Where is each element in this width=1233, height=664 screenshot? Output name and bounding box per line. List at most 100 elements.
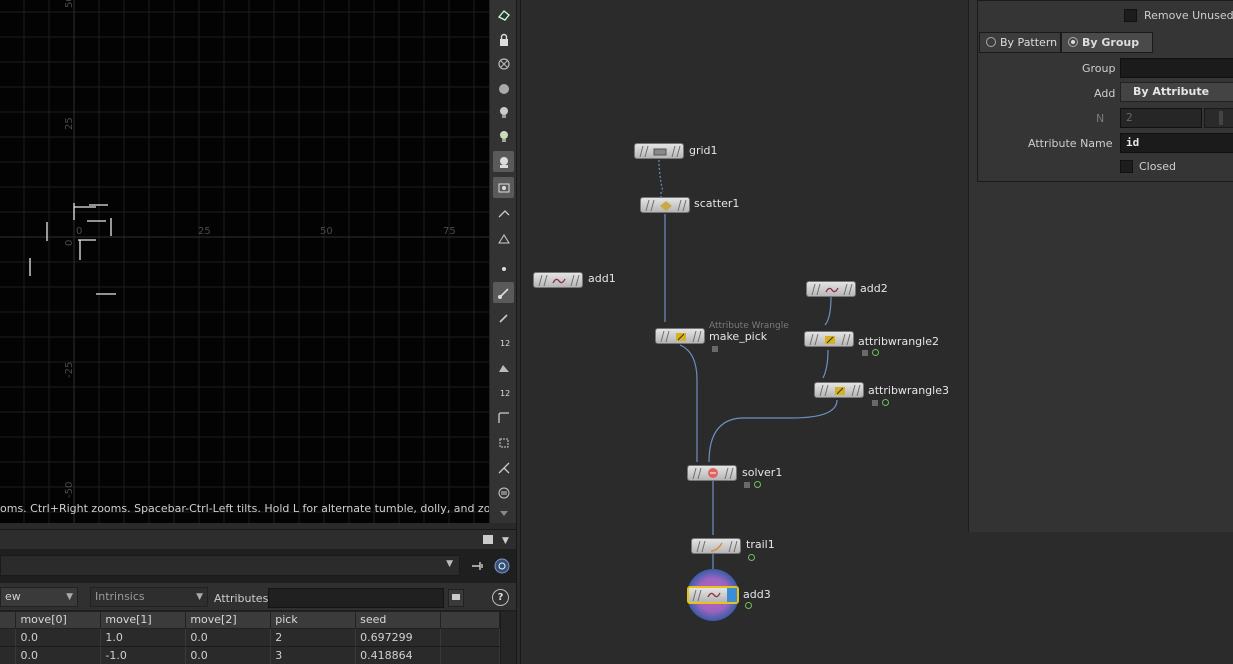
view-dropdown[interactable]: ew ▼ bbox=[0, 587, 78, 607]
brush-icon[interactable] bbox=[493, 282, 514, 303]
node-add1[interactable]: add1 bbox=[533, 270, 633, 290]
ghost-icon[interactable] bbox=[493, 53, 514, 74]
scene-viewport[interactable]: 0 25 50 75 50 25 0 -25 -50 oms. Ctrl+Rig… bbox=[0, 0, 489, 523]
scatter-icon bbox=[660, 201, 672, 211]
node-body[interactable] bbox=[814, 382, 864, 398]
add-mode-menu[interactable]: By Attribute bbox=[1120, 82, 1233, 102]
number-12-alt-icon[interactable]: 12 bbox=[493, 382, 514, 403]
node-body-selected[interactable] bbox=[687, 586, 739, 604]
n-field[interactable]: 2 bbox=[1120, 108, 1202, 128]
node-body[interactable] bbox=[806, 281, 856, 297]
node-body[interactable] bbox=[804, 331, 854, 347]
table-cell bbox=[0, 646, 17, 664]
node-make-pick[interactable]: Attribute Wrangle make_pick bbox=[655, 318, 795, 354]
lock-icon[interactable] bbox=[493, 29, 514, 50]
view-dropdown-value: ew bbox=[5, 590, 21, 603]
display-icon[interactable] bbox=[493, 78, 514, 99]
template-flag[interactable] bbox=[748, 554, 755, 561]
template-flag[interactable] bbox=[882, 399, 889, 406]
bypass-flag[interactable] bbox=[712, 346, 718, 352]
table-cell: 0.0 bbox=[185, 628, 272, 647]
scroll-down-icon[interactable] bbox=[493, 503, 514, 524]
node-body[interactable] bbox=[655, 328, 705, 344]
template-flag[interactable] bbox=[745, 602, 752, 609]
number-12-icon[interactable]: 12 bbox=[493, 332, 514, 353]
svg-text:12: 12 bbox=[500, 389, 510, 398]
column-header[interactable]: move[0] bbox=[15, 612, 102, 629]
node-body[interactable] bbox=[691, 538, 741, 554]
node-body[interactable] bbox=[640, 197, 690, 213]
intrinsics-dropdown[interactable]: Intrinsics ▼ bbox=[90, 587, 208, 607]
bypass-flag[interactable] bbox=[744, 482, 750, 488]
pane-maximize-icon[interactable] bbox=[483, 535, 493, 544]
y-tick-label: 25 bbox=[64, 117, 75, 130]
closed-checkbox[interactable] bbox=[1120, 160, 1133, 173]
column-header[interactable] bbox=[0, 612, 17, 629]
node-label: grid1 bbox=[689, 144, 718, 157]
node-scatter1[interactable]: scatter1 bbox=[640, 196, 760, 216]
node-add2[interactable]: add2 bbox=[806, 279, 906, 299]
help-button[interactable]: ? bbox=[492, 589, 509, 606]
n-slider[interactable] bbox=[1204, 108, 1233, 128]
column-header[interactable]: seed bbox=[355, 612, 442, 629]
attributes-menu-button[interactable] bbox=[448, 589, 464, 607]
display-flag[interactable] bbox=[727, 588, 737, 602]
spreadsheet-scrollbar[interactable] bbox=[500, 612, 516, 664]
light-toggle-icon[interactable] bbox=[493, 126, 514, 147]
remove-unused-label: Remove Unused Poi bbox=[1144, 9, 1233, 22]
sculpt-icon[interactable] bbox=[493, 357, 514, 378]
svg-text:12: 12 bbox=[500, 339, 510, 348]
point-icon[interactable] bbox=[493, 258, 514, 279]
node-label: trail1 bbox=[746, 538, 775, 551]
node-attribwrangle3[interactable]: attribwrangle3 bbox=[814, 374, 964, 410]
light-icon[interactable] bbox=[493, 102, 514, 123]
curve-icon[interactable] bbox=[493, 407, 514, 428]
node-body[interactable] bbox=[634, 143, 684, 159]
path-dropdown-arrow-icon[interactable]: ▼ bbox=[446, 559, 453, 569]
column-header[interactable]: move[2] bbox=[185, 612, 272, 629]
bypass-flag[interactable] bbox=[872, 400, 878, 406]
split-icon[interactable] bbox=[493, 457, 514, 478]
node-body[interactable] bbox=[533, 272, 583, 288]
attributes-filter-input[interactable] bbox=[268, 588, 444, 608]
node-attribwrangle2[interactable]: attribwrangle2 bbox=[804, 323, 954, 359]
tab-by-group[interactable]: By Group bbox=[1061, 32, 1153, 53]
pane-menu-arrow-icon[interactable]: ▼ bbox=[502, 536, 509, 546]
houdini-window: 0 25 50 75 50 25 0 -25 -50 oms. Ctrl+Rig… bbox=[0, 0, 1233, 664]
column-header[interactable]: move[1] bbox=[100, 612, 187, 629]
remove-unused-checkbox[interactable] bbox=[1124, 9, 1137, 22]
column-header[interactable] bbox=[440, 612, 500, 629]
node-solver1[interactable]: solver1 bbox=[687, 458, 797, 494]
y-tick-label: -50 bbox=[64, 482, 75, 498]
tab-label: By Group bbox=[1082, 36, 1140, 49]
column-header[interactable]: pick bbox=[270, 612, 357, 629]
node-add3[interactable]: add3 bbox=[683, 567, 803, 623]
transform-icon[interactable] bbox=[493, 432, 514, 453]
pose-icon[interactable] bbox=[493, 203, 514, 224]
table-row[interactable]: 0.0 1.0 0.0 2 0.697299 bbox=[0, 628, 500, 647]
handle-icon[interactable] bbox=[493, 228, 514, 249]
bypass-flag[interactable] bbox=[862, 350, 868, 356]
snap-icon[interactable] bbox=[493, 177, 514, 198]
pin-icon[interactable] bbox=[469, 557, 487, 575]
attribute-name-field[interactable]: id bbox=[1120, 133, 1233, 153]
template-flag[interactable] bbox=[754, 481, 761, 488]
trail-geometry bbox=[29, 203, 116, 295]
group-field[interactable] bbox=[1120, 58, 1233, 78]
tab-label: By Pattern bbox=[1000, 36, 1058, 49]
wrangle-icon bbox=[825, 336, 835, 344]
node-grid1[interactable]: grid1 bbox=[634, 142, 754, 162]
select-icon[interactable] bbox=[493, 4, 514, 25]
parameter-group: Remove Unused Poi By Pattern By Group Gr… bbox=[977, 0, 1233, 182]
node-body[interactable] bbox=[687, 465, 737, 481]
link-target-icon[interactable] bbox=[493, 557, 511, 575]
table-cell bbox=[0, 628, 17, 647]
template-flag[interactable] bbox=[872, 349, 879, 356]
spreadsheet-path-field[interactable]: ▼ bbox=[0, 555, 460, 576]
tab-by-pattern[interactable]: By Pattern bbox=[979, 32, 1061, 53]
node-trail1[interactable]: trail1 bbox=[691, 536, 791, 566]
camera-icon[interactable] bbox=[493, 151, 514, 172]
table-row[interactable]: 0.0 -1.0 0.0 3 0.418864 bbox=[0, 646, 500, 664]
pen-icon[interactable] bbox=[493, 307, 514, 328]
menu-icon[interactable] bbox=[493, 482, 514, 503]
